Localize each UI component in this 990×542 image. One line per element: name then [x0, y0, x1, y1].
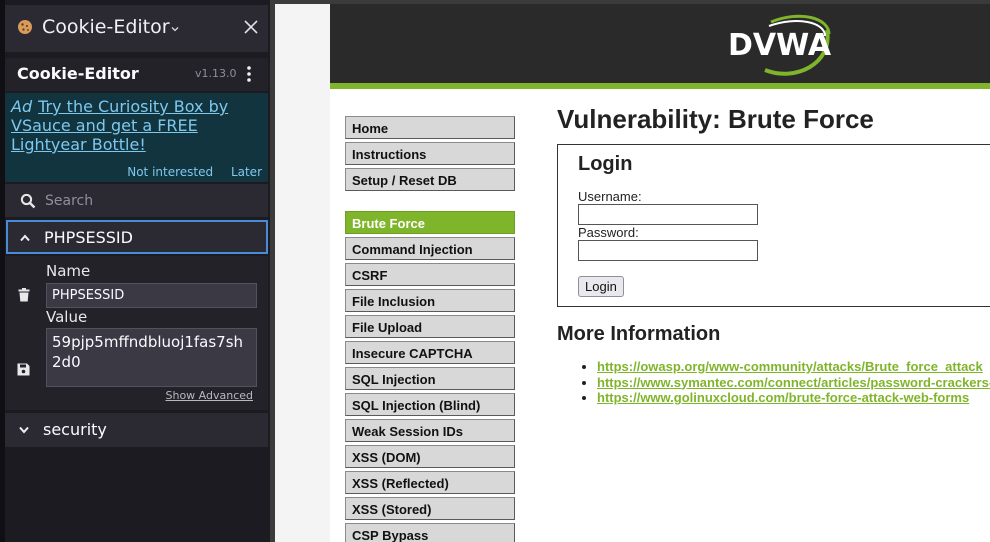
svg-text:DVWA: DVWA — [728, 28, 832, 63]
menu-item-file-upload[interactable]: File Upload — [345, 315, 515, 338]
login-button[interactable]: Login — [578, 276, 624, 297]
reference-links: https://owasp.org/www-community/attacks/… — [597, 359, 990, 406]
menu-item-command-injection[interactable]: Command Injection — [345, 237, 515, 260]
ad-tag: Ad — [11, 97, 33, 116]
reference-link[interactable]: https://www.golinuxcloud.com/brute-force… — [597, 390, 969, 405]
reference-link[interactable]: https://www.symantec.com/connect/article… — [597, 375, 990, 390]
close-icon[interactable] — [243, 19, 259, 35]
menu-item-file-inclusion[interactable]: File Inclusion — [345, 289, 515, 312]
cookie-name-label: PHPSESSID — [44, 228, 133, 247]
list-item: https://www.golinuxcloud.com/brute-force… — [597, 390, 990, 406]
page-margin — [275, 4, 330, 542]
extension-version: v1.13.0 — [195, 67, 237, 80]
password-field[interactable] — [578, 240, 758, 261]
show-advanced-link[interactable]: Show Advanced — [165, 389, 253, 402]
menu-item-insecure-captcha[interactable]: Insecure CAPTCHA — [345, 341, 515, 364]
value-label: Value — [46, 308, 88, 326]
trash-icon[interactable] — [17, 288, 31, 302]
sidebar-header: Cookie-Editor — [5, 5, 268, 52]
search-input[interactable] — [45, 188, 260, 213]
chevron-down-icon[interactable] — [171, 25, 179, 33]
list-item: https://www.symantec.com/connect/article… — [597, 375, 990, 391]
password-label: Password: — [578, 225, 639, 240]
cookie-editor-panel: Cookie-Editor Cookie-Editor v1.13.0 Ad Tr… — [0, 0, 270, 542]
cookie-name-field[interactable]: PHPSESSID — [46, 283, 257, 308]
menu-item-home[interactable]: Home — [345, 116, 515, 139]
ad-actions: Not interested Later — [113, 165, 262, 179]
username-label: Username: — [578, 189, 642, 204]
ad-banner: Ad Try the Curiosity Box by VSauce and ge… — [5, 93, 268, 182]
more-options-icon[interactable] — [245, 65, 253, 83]
menu-item-csrf[interactable]: CSRF — [345, 263, 515, 286]
ad-text: Ad Try the Curiosity Box by VSauce and ge… — [11, 97, 261, 154]
username-field[interactable] — [578, 204, 758, 225]
page-title: Vulnerability: Brute Force — [557, 104, 874, 134]
sidebar-title[interactable]: Cookie-Editor — [42, 16, 170, 38]
menu-item-sql-injection-blind[interactable]: SQL Injection (Blind) — [345, 393, 515, 416]
later-button[interactable]: Later — [231, 165, 262, 179]
cookie-name-label: security — [43, 420, 107, 439]
dvwa-logo[interactable]: DVWA — [725, 12, 835, 76]
chevron-down-icon — [19, 426, 29, 434]
dvwa-header: DVWA — [330, 4, 990, 89]
menu-item-weak-session-ids[interactable]: Weak Session IDs — [345, 419, 515, 442]
menu-item-xss-reflected[interactable]: XSS (Reflected) — [345, 471, 515, 494]
extension-titlebar: Cookie-Editor v1.13.0 — [5, 58, 268, 91]
menu-item-sql-injection[interactable]: SQL Injection — [345, 367, 515, 390]
name-label: Name — [46, 262, 91, 280]
ad-link[interactable]: Try the Curiosity Box by VSauce and get … — [11, 97, 228, 154]
save-icon[interactable] — [17, 363, 30, 376]
cookie-icon — [18, 20, 32, 34]
list-item: https://owasp.org/www-community/attacks/… — [597, 359, 990, 375]
cookie-header-security[interactable]: security — [5, 413, 268, 447]
menu-item-instructions[interactable]: Instructions — [345, 142, 515, 165]
menu-item-xss-stored[interactable]: XSS (Stored) — [345, 497, 515, 520]
login-box: Login Username: Password: Login — [557, 144, 990, 307]
cookie-value-field[interactable]: 59pjp5mffndbluoj1fas7sh2d0 — [46, 328, 257, 387]
menu-item-csp-bypass[interactable]: CSP Bypass — [345, 523, 515, 542]
cookie-header-phpsessid[interactable]: PHPSESSID — [6, 220, 268, 254]
cookie-editor-form: Name PHPSESSID Value 59pjp5mffndbluoj1fa… — [5, 256, 268, 410]
not-interested-button[interactable]: Not interested — [127, 165, 213, 179]
menu-item-setup-reset-db[interactable]: Setup / Reset DB — [345, 168, 515, 191]
menu-item-brute-force[interactable]: Brute Force — [345, 211, 515, 234]
login-heading: Login — [578, 153, 633, 175]
menu-item-xss-dom[interactable]: XSS (DOM) — [345, 445, 515, 468]
reference-link[interactable]: https://owasp.org/www-community/attacks/… — [597, 359, 983, 374]
cookie-search — [5, 184, 268, 217]
extension-name: Cookie-Editor — [17, 64, 139, 83]
chevron-up-icon — [20, 234, 30, 242]
search-icon — [20, 193, 36, 209]
more-info-heading: More Information — [557, 323, 721, 345]
dvwa-page: DVWA Home Instructions Setup / Reset DB Bru… — [270, 0, 990, 542]
